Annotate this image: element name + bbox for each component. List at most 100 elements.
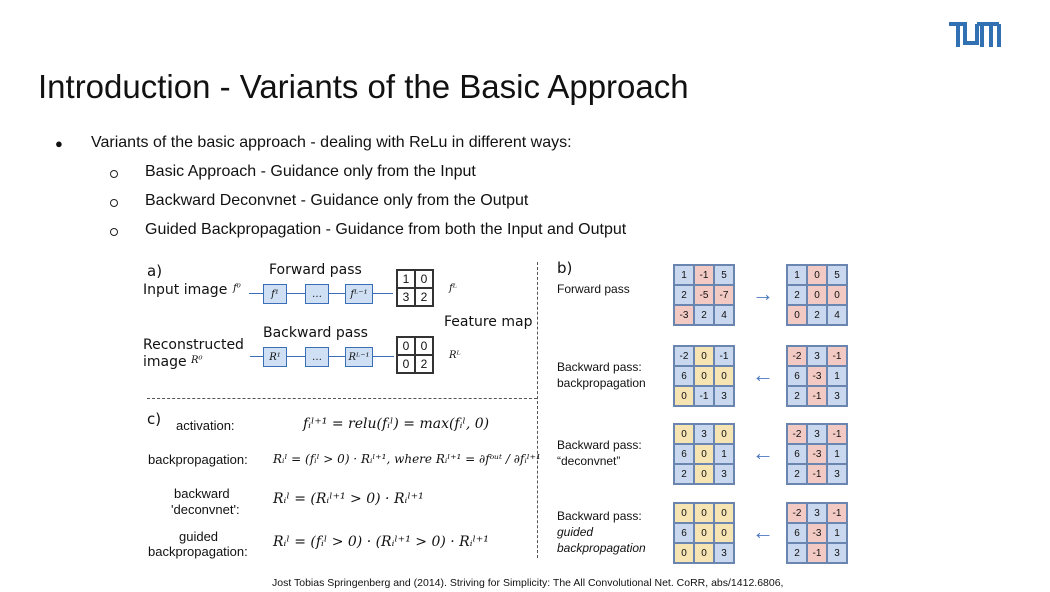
fig-b-row-label: backpropagation	[557, 541, 646, 555]
fig-b-cell: 6	[787, 366, 807, 386]
fig-b-cell: 6	[674, 366, 694, 386]
fig-b-row-label: guided	[557, 525, 594, 539]
rmap-cell: 0	[397, 337, 415, 355]
rmap-cell: 2	[415, 355, 433, 373]
fig-b-cell: 0	[674, 543, 694, 563]
fig-b-cell: 6	[787, 523, 807, 543]
c-row-name-2: backpropagation:	[148, 544, 248, 559]
c-row-name: activation:	[176, 418, 235, 433]
input-symbol: f⁰	[233, 283, 241, 294]
fig-b-cell: 6	[674, 523, 694, 543]
forward-pass-label: Forward pass	[269, 262, 362, 278]
backward-block-dots: …	[305, 347, 329, 367]
forward-block-L: fᴸ⁻¹	[345, 284, 373, 304]
fig-b-cell: 4	[827, 305, 847, 325]
fig-a-label: a)	[147, 262, 163, 280]
fig-b-cell: -1	[807, 543, 827, 563]
slide-title: Introduction - Variants of the Basic App…	[38, 68, 689, 105]
sub-bullet-ring	[110, 170, 118, 178]
sub-bullet-1: Basic Approach - Guidance only from the …	[145, 163, 476, 180]
rmap-cell: 0	[415, 337, 433, 355]
citation: Jost Tobias Springenberg and (2014). Str…	[272, 577, 784, 589]
fig-b-cell: 2	[807, 305, 827, 325]
backward-block-1: R¹	[263, 347, 287, 367]
fig-b-cell: 3	[714, 543, 734, 563]
fig-b-cell: 0	[694, 464, 714, 484]
fig-b-cell: -1	[807, 464, 827, 484]
fig-b-grid-right: 105200024	[786, 264, 848, 326]
fig-b-grid-right: -2 3 -1 6 -3 1 2 -1 3	[786, 502, 848, 564]
backward-block-L: Rᴸ⁻¹	[345, 347, 373, 367]
fig-b-cell: 2	[694, 305, 714, 325]
fig-b-grid-left: 000600003	[673, 502, 735, 564]
fmap-cell: 1	[397, 270, 415, 288]
fig-b-cell: 2	[787, 386, 807, 406]
fig-b-cell: 3	[827, 386, 847, 406]
fig-b-cell: 1	[787, 265, 807, 285]
fmap-cell: 2	[415, 288, 433, 306]
fig-b-grid-right: -2 3 -1 6 -3 1 2 -1 3	[786, 345, 848, 407]
sub-bullet-ring	[110, 199, 118, 207]
fig-b-cell: -1	[694, 265, 714, 285]
backward-pass-label: Backward pass	[263, 325, 368, 341]
fig-b-row-label: “deconvnet”	[557, 454, 621, 468]
r-symbol: Rᴸ	[449, 350, 461, 361]
fig-b-cell: 0	[714, 523, 734, 543]
c-row-name: guided	[179, 529, 219, 544]
fig-b-cell: 0	[674, 424, 694, 444]
fig-b-cell: 2	[787, 543, 807, 563]
fig-c-label: c)	[147, 410, 162, 428]
fig-b-cell: 2	[674, 464, 694, 484]
fig-b-cell: 0	[694, 444, 714, 464]
fig-b-cell: -2	[787, 503, 807, 523]
c-row-name-2: 'deconvnet':	[171, 502, 240, 517]
fig-b-cell: 2	[787, 285, 807, 305]
fig-b-cell: 3	[827, 543, 847, 563]
fig-b-cell: 4	[714, 305, 734, 325]
sub-bullet-3: Guided Backpropagation - Guidance from b…	[145, 221, 627, 238]
fig-b-cell: -1	[807, 386, 827, 406]
feature-map-grid: 1 0 3 2	[396, 269, 434, 307]
fig-b-cell: -5	[694, 285, 714, 305]
fig-b-cell: 1	[674, 265, 694, 285]
c-row-name: backpropagation:	[148, 452, 248, 467]
fmap-cell: 3	[397, 288, 415, 306]
fig-b-cell: -1	[827, 424, 847, 444]
image-label: image	[143, 354, 187, 370]
feature-map-label: Feature map	[444, 314, 533, 330]
rmap-cell: 0	[397, 355, 415, 373]
fig-b-cell: 3	[714, 386, 734, 406]
c-formula-backprop: Rᵢˡ = (fᵢˡ > 0) · Rᵢˡ⁺¹, where Rᵢˡ⁺¹ = ∂…	[273, 452, 541, 466]
arrow-left-icon: ←	[752, 362, 774, 387]
c-formula-deconvnet: Rᵢˡ = (Rᵢˡ⁺¹ > 0) · Rᵢˡ⁺¹	[273, 491, 424, 507]
fig-b-cell: 1	[827, 523, 847, 543]
fig-b-cell: 5	[714, 265, 734, 285]
fig-b-cell: 3	[807, 503, 827, 523]
arrow-right-icon: →	[752, 281, 774, 306]
sub-bullet-2: Backward Deconvnet - Guidance only from …	[145, 192, 529, 209]
fig-b-grid-left: 030601203	[673, 423, 735, 485]
arrow-left-icon: ←	[752, 440, 774, 465]
forward-block-1: f¹	[263, 284, 287, 304]
recon-symbol: R⁰	[191, 355, 203, 366]
fig-b-grid-left: 1 -1 5 2 -5 -7 -3 2 4	[673, 264, 735, 326]
fig-b-cell: 0	[694, 503, 714, 523]
c-formula-guided: Rᵢˡ = (fᵢˡ > 0) · (Rᵢˡ⁺¹ > 0) · Rᵢˡ⁺¹	[273, 534, 489, 550]
arrow-left-icon: ←	[752, 519, 774, 544]
fig-b-row-label: Backward pass:	[557, 360, 642, 374]
fig-b-cell: 0	[694, 346, 714, 366]
fig-b-cell: 1	[827, 444, 847, 464]
fig-b-cell: 0	[694, 366, 714, 386]
fig-b-cell: -1	[714, 346, 734, 366]
fig-b-grid-left: -2 0 -1 6 0 0 0 -1 3	[673, 345, 735, 407]
bullet-dot: ●	[55, 136, 63, 151]
fig-b-cell: 0	[674, 386, 694, 406]
fig-b-cell: 1	[827, 366, 847, 386]
figure-divider-horizontal	[147, 398, 537, 399]
forward-block-dots: …	[305, 284, 329, 304]
fig-b-cell: -3	[807, 366, 827, 386]
fig-b-label: b)	[557, 259, 573, 277]
fig-b-row-label: Backward pass:	[557, 438, 642, 452]
recon-map-grid: 0 0 0 2	[396, 336, 434, 374]
fig-b-row-label: Backward pass:	[557, 509, 642, 523]
